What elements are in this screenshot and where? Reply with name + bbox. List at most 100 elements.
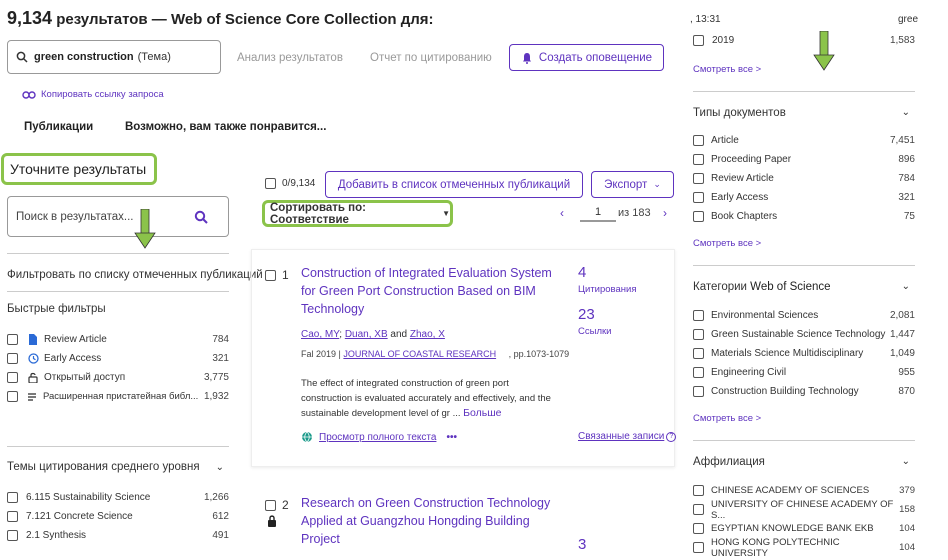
- chevron-down-icon[interactable]: ⌄: [216, 462, 224, 473]
- year-filter-item[interactable]: 2019 1,583: [693, 35, 915, 46]
- more-link[interactable]: Больше: [463, 407, 501, 419]
- checkbox[interactable]: [7, 530, 18, 541]
- checkbox[interactable]: [265, 499, 276, 511]
- export-button[interactable]: Экспорт ⌄: [591, 171, 674, 198]
- citations-count[interactable]: 4: [578, 264, 586, 281]
- doc-types-heading[interactable]: Типы документов ⌄: [693, 107, 915, 119]
- quick-filter-open-access[interactable]: Открытый доступ 3,775: [7, 368, 229, 387]
- see-all-link[interactable]: Смотреть все >: [693, 64, 761, 75]
- wos-category-item[interactable]: Green Sustainable Science Technology 1,44…: [693, 325, 915, 344]
- affiliation-item[interactable]: HONG KONG POLYTECHNIC UNIVERSITY 104: [693, 537, 915, 559]
- filter-marked-list[interactable]: Фильтровать по списку отмеченных публика…: [7, 269, 263, 281]
- result-title-link[interactable]: Construction of Integrated Evaluation Sy…: [301, 264, 571, 318]
- author-link[interactable]: Cao, MY: [301, 329, 339, 340]
- checkbox[interactable]: [693, 367, 704, 378]
- add-to-marked-list-button[interactable]: Добавить в список отмеченных публикаций: [325, 171, 583, 198]
- checkbox[interactable]: [693, 135, 704, 146]
- checkbox[interactable]: [7, 511, 18, 522]
- quick-filter-early-access[interactable]: Early Access 321: [7, 349, 229, 368]
- doc-type-item[interactable]: Review Article 784: [693, 169, 915, 188]
- wos-category-item[interactable]: Environmental Sciences 2,081: [693, 306, 915, 325]
- doc-type-item[interactable]: Article 7,451: [693, 131, 915, 150]
- checkbox[interactable]: [693, 386, 704, 397]
- chevron-down-icon[interactable]: ⌄: [902, 456, 910, 468]
- sort-dropdown[interactable]: Сортировать по: Соответствие ▼: [262, 200, 453, 227]
- prev-page-icon[interactable]: ‹: [560, 206, 564, 220]
- journal-link[interactable]: JOURNAL OF COASTAL RESEARCH: [343, 349, 496, 359]
- result-title-link[interactable]: Research on Green Construction Technolog…: [301, 494, 571, 548]
- query-field: (Тема): [137, 51, 171, 63]
- doc-type-item[interactable]: Book Chapters 75: [693, 207, 915, 226]
- search-icon[interactable]: [194, 210, 208, 224]
- author-link[interactable]: Duan, XB: [345, 329, 388, 340]
- copy-query-link[interactable]: Копировать ссылку запроса: [22, 89, 164, 100]
- wos-category-item[interactable]: Engineering Civil 955: [693, 363, 915, 382]
- affiliation-item[interactable]: UNIVERSITY OF CHINESE ACADEMY OF S... 158: [693, 499, 915, 521]
- checkbox[interactable]: [693, 35, 704, 46]
- citation-topic-item[interactable]: 6.115 Sustainability Science 1,266: [7, 488, 229, 507]
- checkbox[interactable]: [7, 372, 18, 383]
- list-icon: [28, 392, 36, 401]
- chevron-down-icon[interactable]: ⌄: [902, 107, 910, 119]
- create-alert-button[interactable]: Создать оповещение: [509, 44, 664, 71]
- result-select[interactable]: 2: [265, 498, 289, 512]
- select-all-checkbox[interactable]: [265, 178, 276, 189]
- affiliation-heading[interactable]: Аффилиация ⌄: [693, 456, 915, 468]
- checkbox[interactable]: [693, 173, 704, 184]
- checkbox[interactable]: [693, 542, 704, 553]
- quick-filter-review[interactable]: Review Article 784: [7, 330, 229, 349]
- checkbox[interactable]: [265, 269, 276, 281]
- tab-publications[interactable]: Публикации: [24, 121, 93, 133]
- checkbox[interactable]: [693, 310, 704, 321]
- chevron-down-icon[interactable]: ⌄: [902, 281, 910, 293]
- checkbox[interactable]: [7, 353, 18, 364]
- citation-topic-item[interactable]: 2.1 Synthesis 491: [7, 526, 229, 545]
- help-icon[interactable]: ?: [666, 431, 677, 442]
- checkbox[interactable]: [7, 492, 18, 503]
- see-all-link[interactable]: Смотреть все >: [693, 413, 761, 424]
- select-all[interactable]: 0/9,134: [265, 178, 315, 189]
- quick-filter-enriched-refs[interactable]: Расширенная пристатейная библ... 1,932: [7, 387, 229, 406]
- checkbox[interactable]: [693, 348, 704, 359]
- query-box[interactable]: green construction (Тема): [7, 40, 221, 74]
- authors: Cao, MY; Duan, XB and Zhao, X: [301, 329, 445, 340]
- citation-topic-item[interactable]: 7.121 Concrete Science 612: [7, 507, 229, 526]
- checkbox[interactable]: [693, 154, 704, 165]
- citation-topics-heading[interactable]: Темы цитирования среднего уровня ⌄: [7, 461, 229, 473]
- more-options-icon[interactable]: •••: [446, 432, 457, 443]
- checkbox[interactable]: [7, 391, 18, 402]
- wos-category-item[interactable]: Materials Science Multidisciplinary 1,049: [693, 344, 915, 363]
- see-all-link[interactable]: Смотреть все >: [693, 238, 761, 249]
- affiliation-item[interactable]: CHINESE ACADEMY OF SCIENCES 379: [693, 481, 915, 500]
- analyze-results-link[interactable]: Анализ результатов: [237, 52, 343, 64]
- checkbox[interactable]: [693, 523, 704, 534]
- references-count[interactable]: 23: [578, 306, 595, 323]
- doc-type-item[interactable]: Early Access 321: [693, 188, 915, 207]
- quick-filters-heading: Быстрые фильтры: [7, 303, 106, 315]
- affiliation-item[interactable]: EGYPTIAN KNOWLEDGE BANK EKB 104: [693, 519, 915, 538]
- timestamp: , 13:31: [690, 14, 721, 25]
- refine-search-input[interactable]: Поиск в результатах...: [7, 196, 229, 237]
- checkbox[interactable]: [693, 211, 704, 222]
- checkbox[interactable]: [693, 329, 704, 340]
- checkbox[interactable]: [7, 334, 18, 345]
- unlock-icon: [28, 372, 38, 383]
- checkbox[interactable]: [693, 485, 704, 496]
- page-input[interactable]: 1: [580, 206, 616, 222]
- related-records-link[interactable]: Связанные записи ?: [578, 431, 677, 442]
- author-link[interactable]: Zhao, X: [410, 329, 445, 340]
- citation-report-link[interactable]: Отчет по цитированию: [370, 52, 492, 64]
- refine-results-heading: Уточните результаты: [1, 153, 157, 185]
- caret-down-icon: ▼: [442, 209, 450, 218]
- citations-count[interactable]: 3: [578, 536, 586, 553]
- tab-recommendations[interactable]: Возможно, вам также понравится...: [125, 121, 326, 133]
- checkbox[interactable]: [693, 504, 704, 515]
- checkbox[interactable]: [693, 192, 704, 203]
- full-text-link[interactable]: Просмотр полного текста •••: [301, 431, 457, 443]
- result-select[interactable]: 1: [265, 268, 289, 282]
- document-icon: [29, 334, 37, 345]
- wos-category-item[interactable]: Construction Building Technology 870: [693, 382, 915, 401]
- wos-categories-heading[interactable]: Категории Web of Science ⌄: [693, 281, 915, 293]
- doc-type-item[interactable]: Proceeding Paper 896: [693, 150, 915, 169]
- next-page-icon[interactable]: ›: [663, 206, 667, 220]
